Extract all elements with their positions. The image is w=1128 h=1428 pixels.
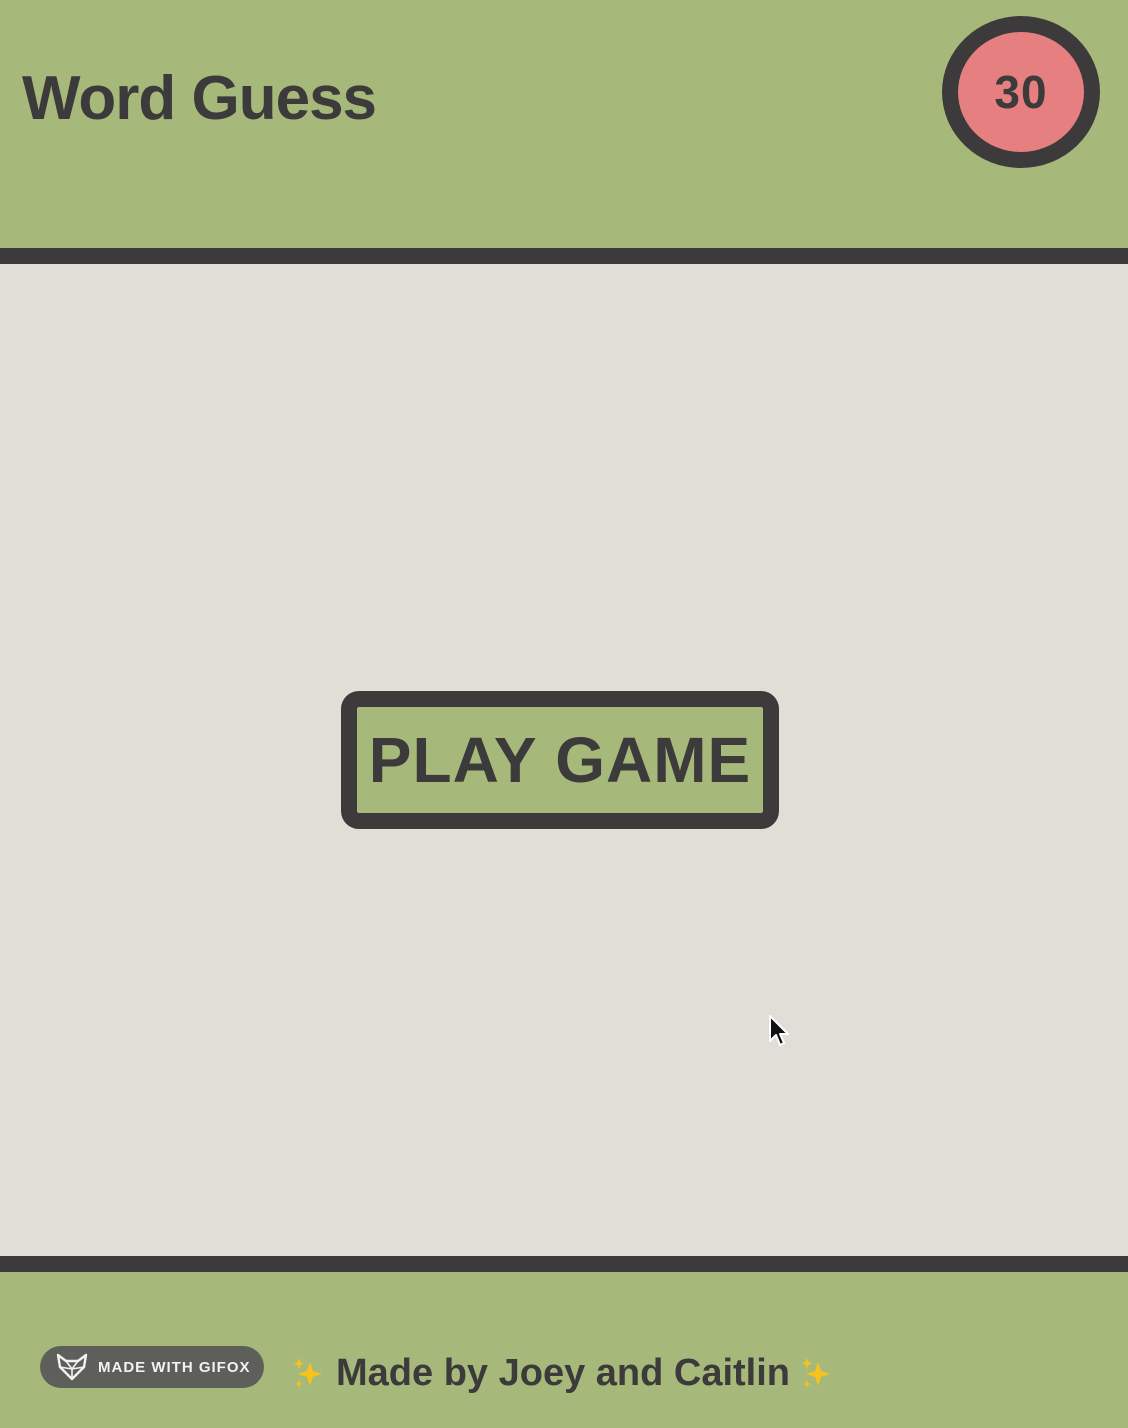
play-game-button[interactable]: PLAY GAME <box>341 691 779 829</box>
footer-divider <box>0 1256 1128 1272</box>
play-game-label: PLAY GAME <box>368 724 752 796</box>
sparkles-icon <box>802 1358 830 1388</box>
fox-icon <box>56 1353 88 1381</box>
word-guess-page: Word Guess 30 PLAY GAME MADE WITH GIFOX <box>0 0 1128 1428</box>
timer-badge: 30 <box>942 16 1100 168</box>
header: Word Guess 30 <box>0 0 1128 248</box>
footer: MADE WITH GIFOX Made by Joey and Caitlin <box>0 1272 1128 1428</box>
page-title: Word Guess <box>22 64 377 133</box>
mouse-pointer-icon <box>769 1015 789 1046</box>
credits-text: Made by Joey and Caitlin <box>336 1351 790 1394</box>
credits: Made by Joey and Caitlin <box>292 1350 834 1396</box>
game-area: PLAY GAME <box>0 264 1128 1256</box>
gifox-badge[interactable]: MADE WITH GIFOX <box>40 1346 264 1388</box>
gifox-badge-label: MADE WITH GIFOX <box>98 1358 251 1376</box>
header-divider <box>0 248 1128 264</box>
sparkles-icon <box>294 1358 322 1388</box>
timer-value: 30 <box>994 66 1048 118</box>
